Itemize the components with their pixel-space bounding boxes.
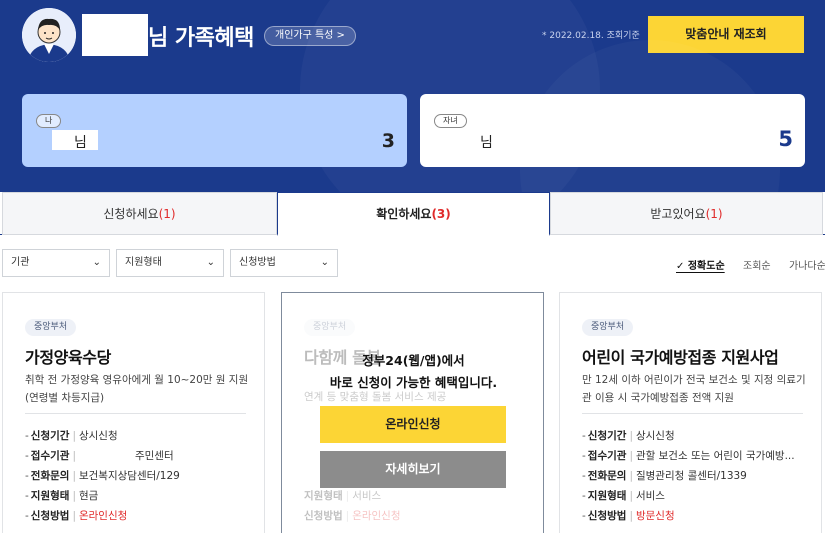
avatar (22, 8, 76, 62)
filter-agency[interactable]: 기관 ⌄ (2, 249, 110, 277)
detail-row: - 전화문의 | 보건복지상담센터/129 (25, 470, 180, 482)
chevron-down-icon: ⌄ (92, 257, 101, 268)
benefit-card[interactable]: 중앙부처 어린이 국가예방접종 지원사업 만 12세 이하 어린이가 전국 보건… (559, 292, 822, 533)
tab-count: (1) (705, 207, 723, 221)
chevron-down-icon: ⌄ (206, 257, 215, 268)
row-label: 신청방법 (30, 510, 70, 522)
detail-row: - 신청기간 | 상시신청 (582, 430, 675, 442)
detail-row: - 전화문의 | 질병관리청 콜센터/1339 (582, 470, 747, 482)
tab-label: 받고있어요 (650, 207, 706, 221)
divider (25, 413, 246, 414)
row-value: 상시신청 (635, 430, 675, 442)
tab-count: (1) (158, 207, 176, 221)
tab-receiving[interactable]: 받고있어요(1) (550, 192, 823, 235)
tab-label: 신청하세요 (103, 207, 159, 221)
benefit-description: 만 12세 이하 어린이가 전국 보건소 및 지정 의료기관 이용 시 국가예방… (582, 374, 806, 404)
sort-alphabetical[interactable]: 가나다순 (789, 257, 825, 272)
user-avatar-icon (22, 8, 76, 62)
benefit-title: 가정양육수당 (25, 348, 111, 367)
tab-check[interactable]: 확인하세요(3) (277, 192, 550, 236)
row-value: 방문신청 (635, 510, 675, 522)
recheck-button[interactable]: 맞춤안내 재조회 (648, 16, 804, 53)
household-trait-button[interactable]: 개인가구 특성 > (264, 26, 356, 46)
member-card-child[interactable]: 자녀 님 5 (420, 94, 805, 167)
row-label: 신청방법 (304, 510, 343, 522)
chevron-down-icon: ⌄ (320, 257, 329, 268)
divider (582, 413, 803, 414)
row-label: 지원형태 (304, 490, 343, 502)
benefit-card[interactable]: 중앙부처 가정양육수당 취학 전 가정양육 영유아에게 월 10~20만 원 지… (2, 292, 265, 533)
row-label: 지원형태 (30, 490, 70, 502)
sort-accuracy[interactable]: ✓ 정확도순 (676, 257, 725, 272)
tab-count: (3) (431, 207, 451, 221)
detail-row: - 지원형태 | 현금 (25, 490, 99, 502)
benefit-description: 취학 전 가정양육 영유아에게 월 10~20만 원 지원(연령별 차등지급) (25, 374, 249, 404)
detail-row: - 접수기관 | 관할 보건소 또는 어린이 국가예방... (582, 450, 795, 462)
detail-row: - 지원형태 | 서비스 (582, 490, 665, 502)
row-label: 지원형태 (587, 490, 627, 502)
online-apply-button[interactable]: 온라인신청 (320, 406, 506, 443)
row-value: 서비스 (635, 490, 665, 502)
view-details-button[interactable]: 자세히보기 (320, 451, 506, 488)
family-benefit-header: 님 가족혜택 개인가구 특성 > * 2022.02.18. 조회기준 맞춤안내… (0, 0, 825, 192)
member-card-me[interactable]: 나 님 3 (22, 94, 407, 167)
detail-row: - 신청방법 | 온라인신청 (25, 510, 128, 522)
row-label: 신청기간 (587, 430, 627, 442)
row-label: 신청기간 (30, 430, 70, 442)
tab-label: 확인하세요 (376, 207, 432, 221)
category-chip: 중앙부처 (25, 319, 77, 336)
row-label: 신청방법 (587, 510, 627, 522)
row-value: 관할 보건소 또는 어린이 국가예방... (635, 450, 795, 462)
row-label: 접수기관 (587, 450, 627, 462)
benefit-tabs: 신청하세요(1) 확인하세요(3) 받고있어요(1) (0, 192, 825, 236)
benefit-card-hover[interactable]: 중앙부처 다함께 돌봄 연계 등 맞춤형 돌봄 서비스 제공 지원형태 | 서비스 … (281, 292, 544, 533)
row-value: 질병관리청 콜센터/1339 (635, 470, 747, 482)
member-tag: 자녀 (434, 114, 467, 128)
row-value: 온라인신청 (352, 510, 401, 522)
row-value: 현금 (78, 490, 99, 502)
row-label: 전화문의 (587, 470, 627, 482)
filter-apply-method[interactable]: 신청방법 ⌄ (230, 249, 338, 277)
category-chip: 중앙부처 (582, 319, 634, 336)
filter-label: 지원형태 (125, 257, 162, 268)
filter-support-type[interactable]: 지원형태 ⌄ (116, 249, 224, 277)
member-tag: 나 (36, 114, 62, 128)
benefit-title: 어린이 국가예방접종 지원사업 (582, 348, 779, 367)
page-title: 님 가족혜택 (148, 26, 254, 51)
detail-row: - 신청기간 | 상시신청 (25, 430, 118, 442)
benefit-count: 5 (778, 127, 793, 151)
detail-row: - 신청방법 | 방문신청 (582, 510, 675, 522)
row-value: 상시신청 (78, 430, 118, 442)
row-label: 전화문의 (30, 470, 70, 482)
agency-redaction (78, 450, 135, 462)
detail-row: 신청방법 | 온라인신청 (304, 510, 401, 522)
row-value: 주민센터 (134, 450, 174, 462)
detail-row: - 접수기관 | 주민센터 (25, 450, 174, 462)
tab-apply[interactable]: 신청하세요(1) (2, 192, 277, 235)
detail-row: 지원형태 | 서비스 (304, 490, 382, 502)
row-label: 접수기관 (30, 450, 70, 462)
name-redaction (82, 14, 148, 56)
member-name: 님 (74, 135, 87, 151)
row-value: 보건복지상담센터/129 (78, 470, 180, 482)
benefit-count: 3 (381, 130, 395, 152)
filter-label: 기관 (11, 257, 30, 268)
category-chip: 중앙부처 (304, 319, 356, 336)
member-name: 님 (480, 135, 493, 151)
overlay-line-2: 바로 신청이 가능한 혜택입니다. (329, 375, 498, 390)
row-value: 서비스 (352, 490, 382, 502)
query-date: * 2022.02.18. 조회기준 (542, 31, 640, 41)
overlay-line-1: 정부24(웹/앱)에서 (362, 353, 465, 368)
sort-views[interactable]: 조회순 (743, 257, 771, 272)
row-value: 온라인신청 (78, 510, 128, 522)
filter-label: 신청방법 (239, 257, 276, 268)
